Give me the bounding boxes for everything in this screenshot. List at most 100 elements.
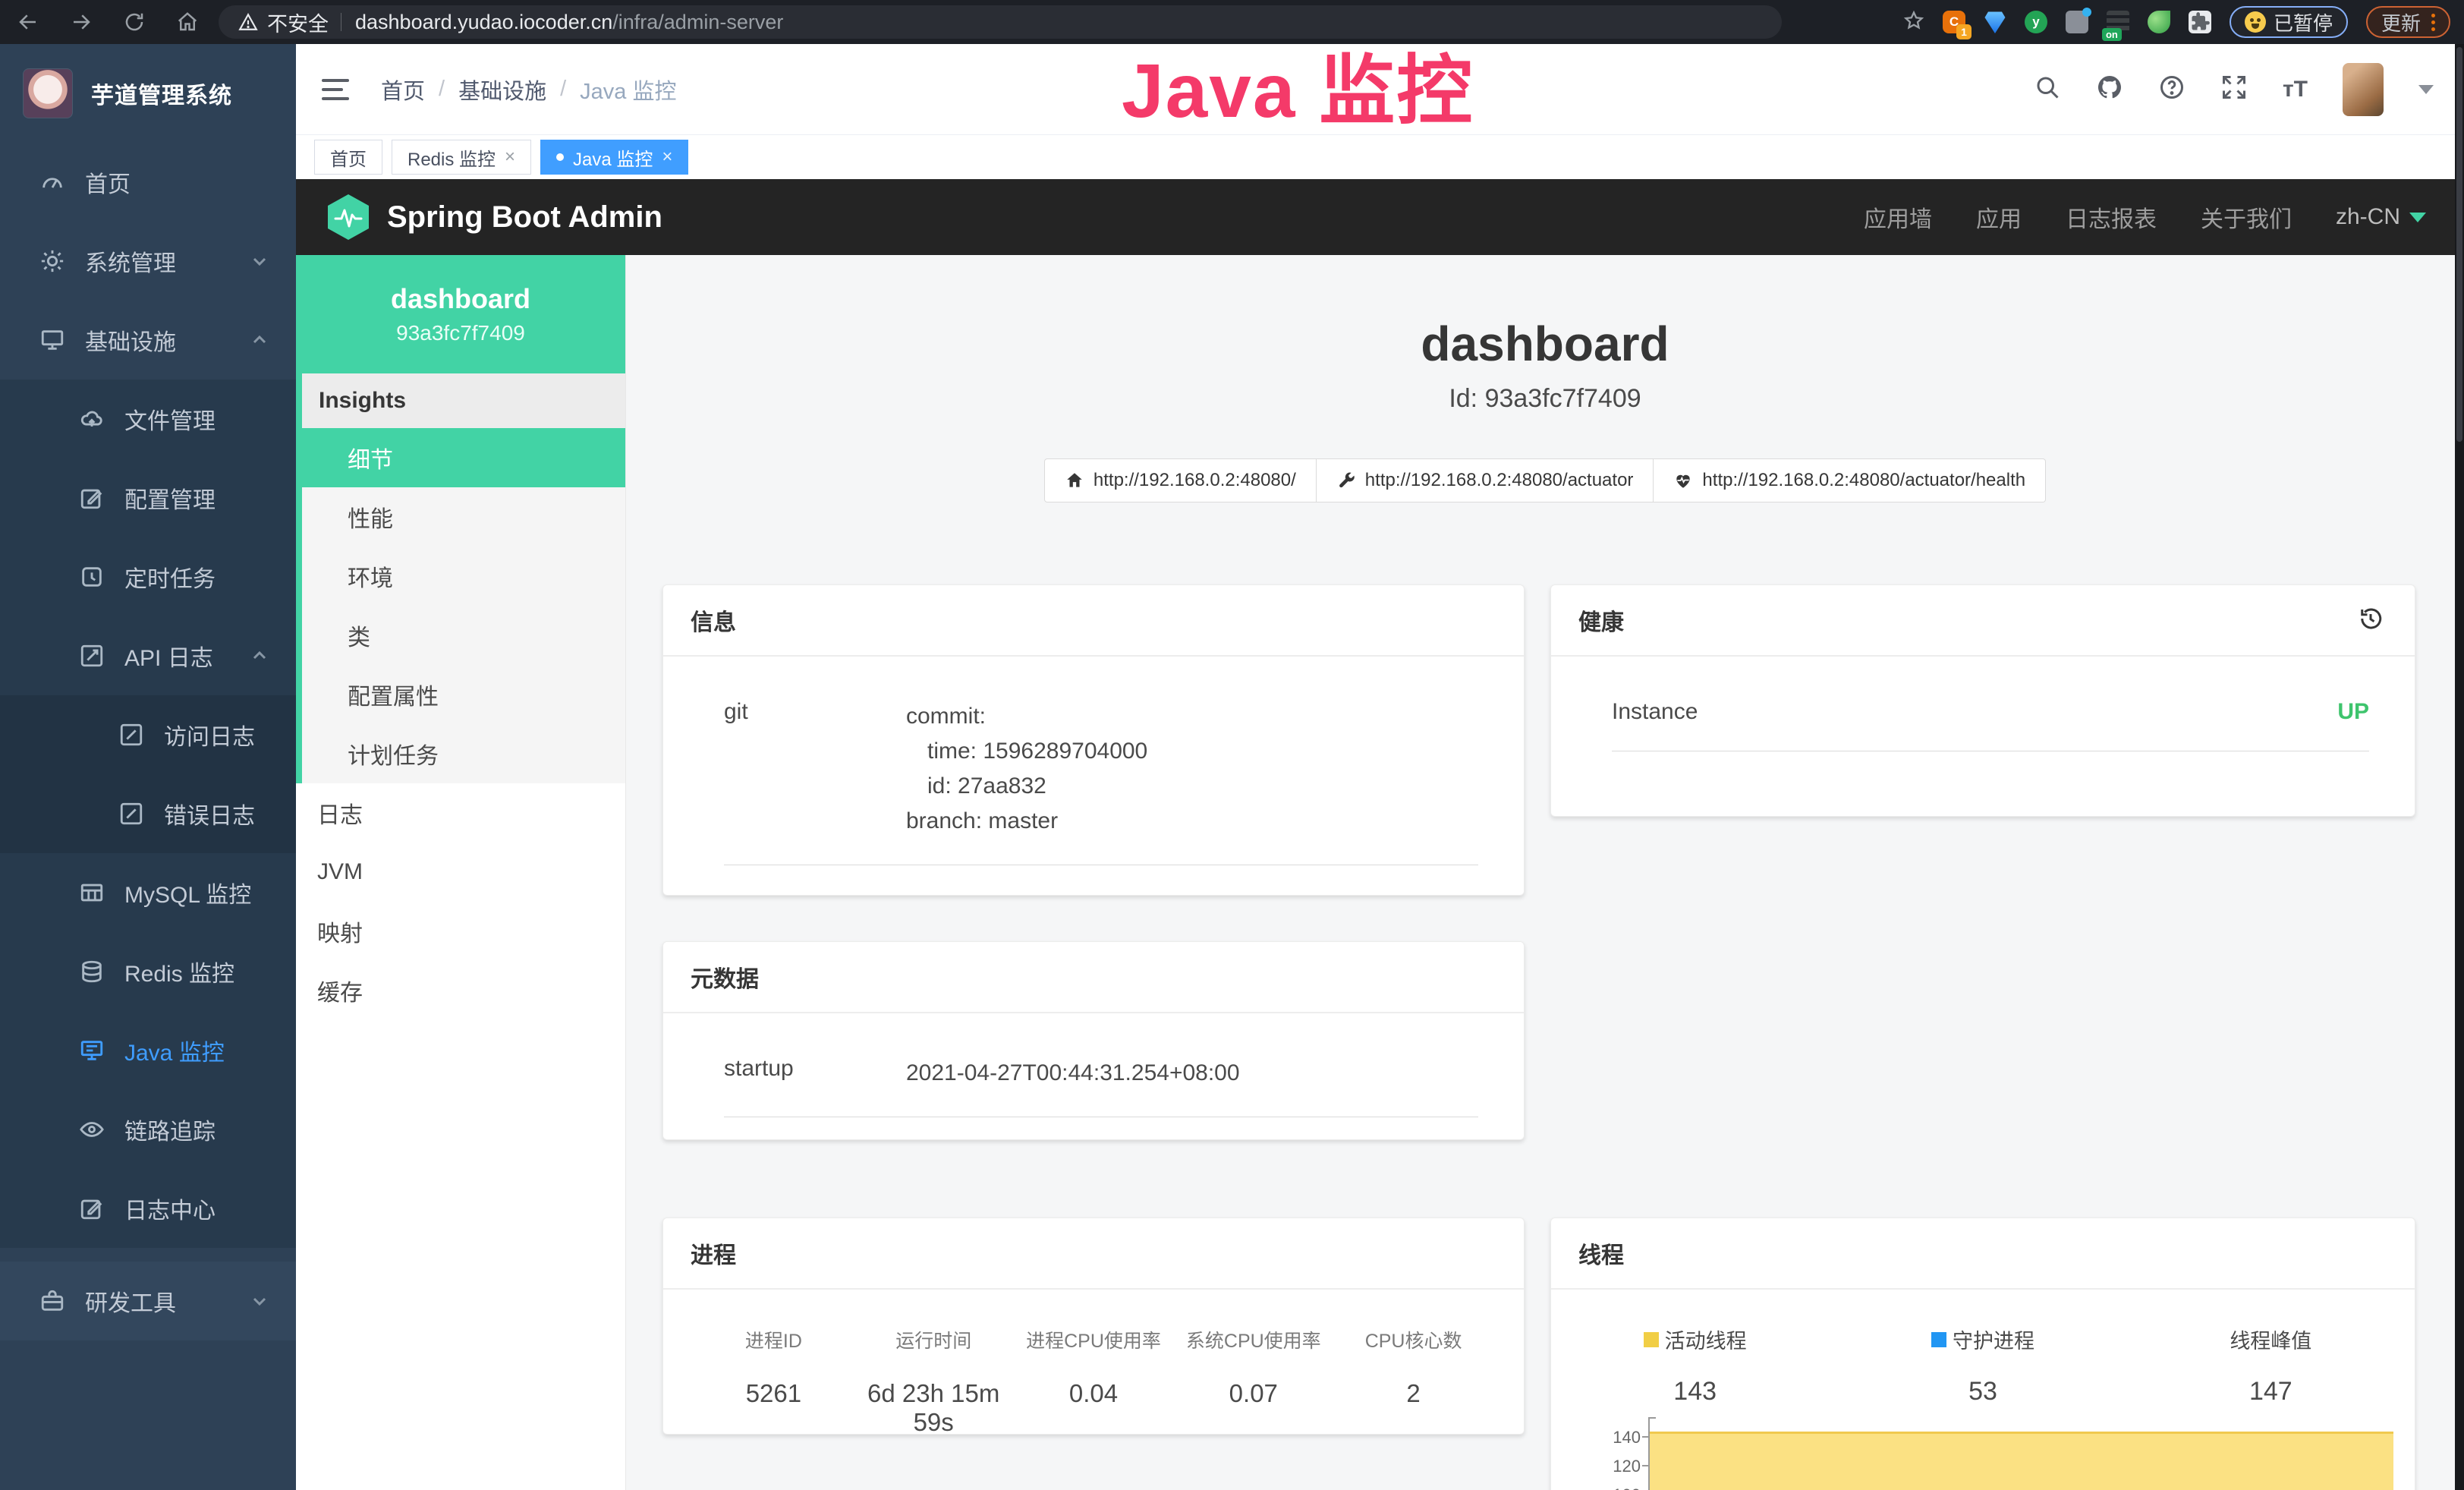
close-icon[interactable]: × bbox=[662, 146, 672, 168]
sidebar-item-home[interactable]: 首页 bbox=[0, 143, 296, 222]
help-icon[interactable] bbox=[2158, 74, 2186, 105]
address-bar[interactable]: 不安全 dashboard.yudao.iocoder.cn/infra/adm… bbox=[219, 5, 1782, 39]
sba-item-env[interactable]: 环境 bbox=[302, 547, 625, 606]
chevron-down-icon bbox=[250, 252, 269, 270]
cloud-upload-icon bbox=[79, 406, 105, 432]
actuator-url-button[interactable]: http://192.168.0.2:48080/actuator bbox=[1317, 458, 1654, 502]
update-label: 更新 bbox=[2381, 8, 2421, 36]
sba-content: dashboard Id: 93a3fc7f7409 http://192.16… bbox=[626, 255, 2464, 1490]
sba-item-metrics[interactable]: 性能 bbox=[302, 487, 625, 547]
extension-grid-icon[interactable] bbox=[2066, 11, 2088, 33]
breadcrumb-infra[interactable]: 基础设施 bbox=[458, 74, 546, 106]
browser-home-icon[interactable] bbox=[176, 11, 199, 33]
extension-pin-icon[interactable] bbox=[1984, 11, 2006, 33]
sidebar-item-jobs[interactable]: 定时任务 bbox=[0, 537, 296, 616]
instance-header[interactable]: dashboard 93a3fc7f7409 bbox=[296, 255, 625, 373]
caret-down-icon[interactable] bbox=[2418, 85, 2434, 94]
search-icon[interactable] bbox=[2034, 74, 2061, 105]
tab-java[interactable]: Java 监控 × bbox=[540, 140, 688, 175]
sidebar-item-files[interactable]: 文件管理 bbox=[0, 380, 296, 458]
service-url-button[interactable]: http://192.168.0.2:48080/ bbox=[1044, 458, 1317, 502]
breadcrumb-home[interactable]: 首页 bbox=[381, 74, 425, 106]
back-icon[interactable] bbox=[17, 11, 39, 33]
paused-profile-chip[interactable]: 已暂停 bbox=[2230, 6, 2348, 38]
extension-colorzilla-icon[interactable]: C1 bbox=[1943, 11, 1965, 33]
security-label: 不安全 bbox=[267, 8, 329, 37]
peak-threads-value: 147 bbox=[2127, 1377, 2415, 1407]
forward-icon[interactable] bbox=[70, 11, 93, 33]
scrollbar[interactable] bbox=[2455, 44, 2464, 1490]
history-icon[interactable] bbox=[2357, 605, 2387, 635]
sidebar-item-config[interactable]: 配置管理 bbox=[0, 458, 296, 537]
sba-brand[interactable]: Spring Boot Admin bbox=[326, 194, 662, 241]
java-monitor-icon bbox=[79, 1038, 105, 1063]
extensions-puzzle-icon[interactable] bbox=[2189, 11, 2211, 33]
y-tick: 100 bbox=[1595, 1485, 1641, 1490]
extension-y-icon[interactable]: y bbox=[2025, 11, 2047, 33]
timer-icon bbox=[79, 564, 105, 590]
table-row: Instance UP bbox=[1612, 699, 2369, 751]
health-url-button[interactable]: http://192.168.0.2:48080/actuator/health bbox=[1654, 458, 2046, 502]
sidebar-item-log-center[interactable]: 日志中心 bbox=[0, 1169, 296, 1248]
sba-sidebar: dashboard 93a3fc7f7409 Insights 细节 性能 环境… bbox=[296, 255, 626, 1490]
sba-nav-wallboard[interactable]: 应用墙 bbox=[1864, 200, 1932, 234]
chevron-down-icon bbox=[250, 1292, 269, 1310]
sba-nav-journal[interactable]: 日志报表 bbox=[2066, 200, 2157, 234]
tab-redis[interactable]: Redis 监控 × bbox=[392, 140, 531, 175]
sidebar-item-tracing[interactable]: 链路追踪 bbox=[0, 1090, 296, 1169]
locale-select[interactable]: zh-CN bbox=[2336, 204, 2426, 230]
sidebar-item-access-log[interactable]: 访问日志 bbox=[0, 695, 296, 774]
sba-item-scheduled[interactable]: 计划任务 bbox=[302, 724, 625, 783]
sba-nav-applications[interactable]: 应用 bbox=[1976, 200, 2022, 234]
extension-on-badge: on bbox=[2102, 28, 2122, 41]
gauge-icon bbox=[39, 169, 65, 195]
sidebar-item-error-log[interactable]: 错误日志 bbox=[0, 774, 296, 853]
sba-item-classes[interactable]: 类 bbox=[302, 606, 625, 665]
extension-switch-icon[interactable]: on bbox=[2107, 11, 2129, 33]
sba-nav-about[interactable]: 关于我们 bbox=[2201, 200, 2292, 234]
sba-item-caches[interactable]: 缓存 bbox=[296, 961, 625, 1020]
eye-icon bbox=[79, 1117, 105, 1142]
reload-icon[interactable] bbox=[123, 11, 146, 33]
card-process: 进程 进程ID 运行时间 进程CPU使用率 系统CPU使用率 CPU核心数 52… bbox=[662, 1218, 1525, 1435]
app-brand[interactable]: 芋道管理系统 bbox=[0, 44, 296, 143]
tab-home[interactable]: 首页 bbox=[314, 140, 382, 175]
breadcrumb-current: Java 监控 bbox=[580, 74, 676, 106]
system-cpu: 0.07 bbox=[1173, 1379, 1333, 1437]
sidebar-item-infra[interactable]: 基础设施 bbox=[0, 301, 296, 380]
page-title: dashboard bbox=[626, 316, 2464, 372]
url-host: dashboard.yudao.iocoder.cn bbox=[355, 11, 612, 34]
sba-item-jvm[interactable]: JVM bbox=[296, 843, 625, 902]
close-icon[interactable]: × bbox=[505, 146, 515, 168]
sidebar-item-system[interactable]: 系统管理 bbox=[0, 222, 296, 301]
browser-menu-dots-icon[interactable] bbox=[2431, 14, 2435, 31]
sba-item-configprops[interactable]: 配置属性 bbox=[302, 665, 625, 724]
sidebar-item-dev-tools[interactable]: 研发工具 bbox=[0, 1262, 296, 1340]
threads-legend: 活动线程 守护进程 线程峰值 bbox=[1551, 1325, 2415, 1354]
font-size-icon[interactable]: ᴛT bbox=[2283, 77, 2308, 102]
process-values: 5261 6d 23h 15m 59s 0.04 0.07 2 bbox=[694, 1379, 1493, 1437]
avatar[interactable] bbox=[2343, 63, 2384, 116]
bookmark-star-icon[interactable] bbox=[1903, 10, 1924, 35]
table-row: startup 2021-04-27T00:44:31.254+08:00 bbox=[724, 1056, 1478, 1117]
card-threads: 线程 活动线程 守护进程 线程峰值 143 53 147 bbox=[1550, 1218, 2415, 1490]
instance-id: 93a3fc7f7409 bbox=[396, 321, 525, 345]
sidebar-item-mysql[interactable]: MySQL 监控 bbox=[0, 853, 296, 932]
log-icon bbox=[118, 801, 144, 827]
live-threads-value: 143 bbox=[1551, 1377, 1839, 1407]
sidebar-item-redis[interactable]: Redis 监控 bbox=[0, 932, 296, 1011]
sidebar-item-java[interactable]: Java 监控 bbox=[0, 1011, 296, 1090]
browser-update-button[interactable]: 更新 bbox=[2366, 6, 2450, 38]
legend-swatch-daemon bbox=[1931, 1332, 1946, 1347]
github-icon[interactable] bbox=[2096, 74, 2123, 105]
extension-leaf-icon[interactable] bbox=[2148, 11, 2170, 33]
fullscreen-icon[interactable] bbox=[2220, 74, 2248, 105]
scrollbar-thumb[interactable] bbox=[2456, 47, 2462, 442]
sba-item-details[interactable]: 细节 bbox=[302, 428, 625, 487]
threads-chart: 140 120 100 bbox=[1551, 1428, 2415, 1490]
sidebar-item-api-log[interactable]: API 日志 bbox=[0, 616, 296, 695]
sba-item-logs[interactable]: 日志 bbox=[296, 783, 625, 843]
menu-toggle-icon[interactable] bbox=[322, 79, 349, 100]
log-icon bbox=[118, 722, 144, 748]
sba-item-mappings[interactable]: 映射 bbox=[296, 902, 625, 961]
